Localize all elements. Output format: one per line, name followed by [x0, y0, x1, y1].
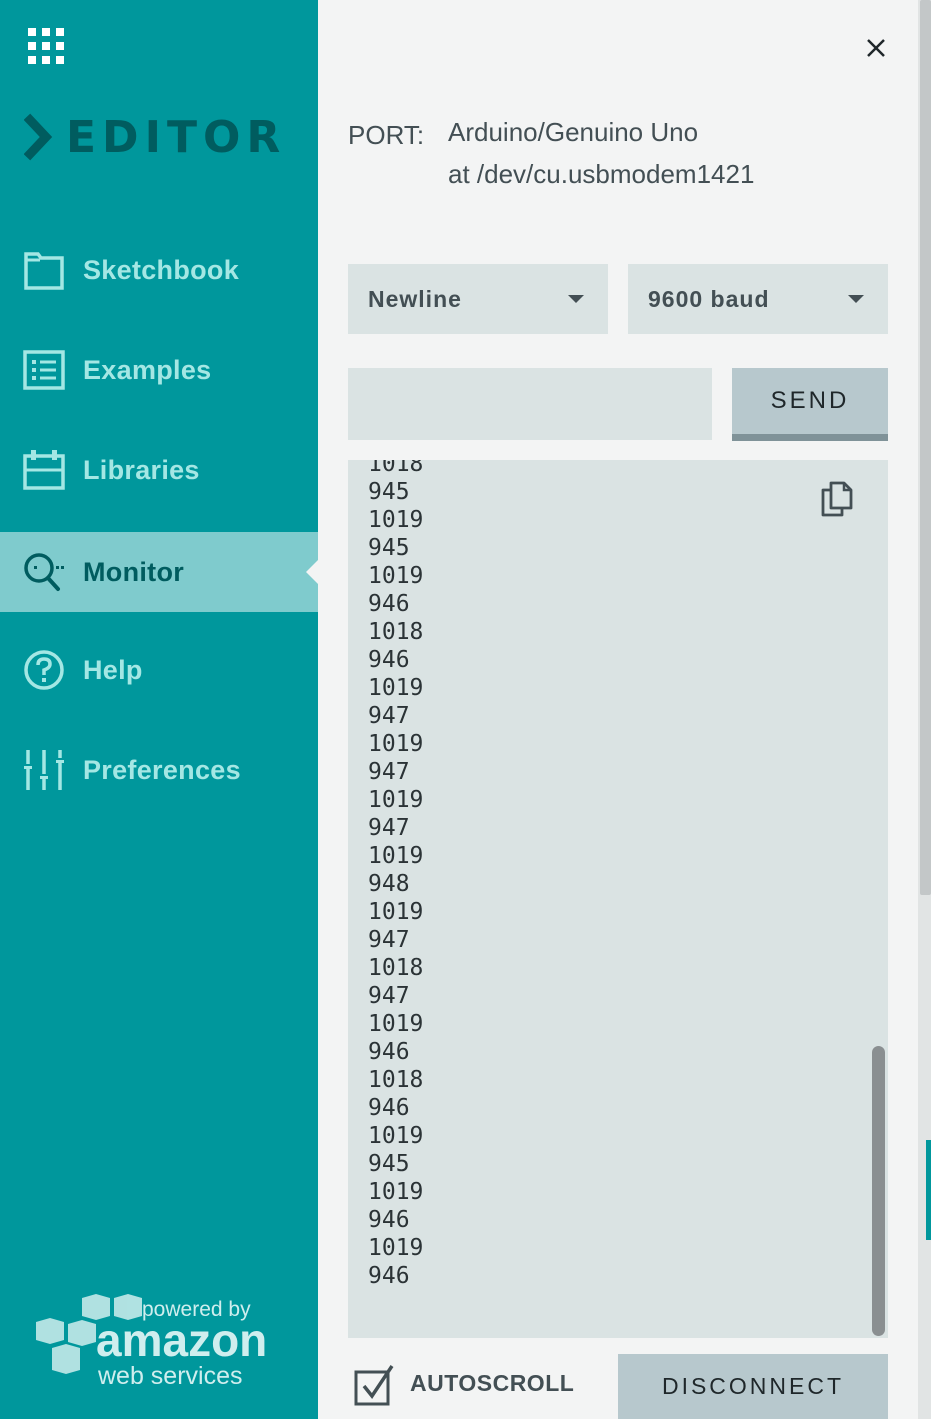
sidebar-item-label: Libraries — [83, 454, 200, 485]
serial-output-line: 1019 — [368, 1123, 424, 1149]
aws-brand-sub: web services — [97, 1362, 243, 1390]
serial-output-line: 947 — [368, 983, 410, 1009]
port-label: PORT: — [348, 120, 425, 150]
folder-icon — [24, 252, 64, 290]
line-ending-value: Newline — [368, 286, 462, 312]
serial-output-scrollbar[interactable] — [872, 1046, 885, 1336]
sidebar-item-examples[interactable]: Examples — [0, 330, 318, 410]
port-device-path: at /dev/cu.usbmodem1421 — [448, 159, 755, 189]
send-button[interactable]: SEND — [732, 368, 888, 441]
line-ending-dropdown[interactable]: Newline — [348, 264, 608, 334]
serial-output-line: 1019 — [368, 563, 424, 589]
serial-output-line: 946 — [368, 1207, 410, 1233]
serial-output-line: 947 — [368, 815, 410, 841]
autoscroll-label: AUTOSCROLL — [410, 1370, 575, 1396]
aws-brand: amazon — [96, 1314, 267, 1366]
caret-down-icon — [568, 295, 584, 303]
library-icon — [23, 450, 65, 490]
sidebar-item-label: Help — [83, 654, 143, 685]
apps-grid-icon[interactable] — [28, 28, 68, 68]
serial-output-line: 1018 — [368, 955, 424, 981]
serial-output-line: 946 — [368, 647, 410, 673]
sidebar-item-libraries[interactable]: Libraries — [0, 430, 318, 510]
copy-icon[interactable] — [818, 480, 856, 518]
page-scrollbar-thumb[interactable] — [920, 0, 931, 895]
serial-output-line: 1019 — [368, 1235, 424, 1261]
sidebar-item-help[interactable]: Help — [0, 630, 318, 710]
editor-logo: EDITOR — [24, 111, 287, 163]
list-icon — [23, 350, 65, 390]
disconnect-button[interactable]: DISCONNECT — [618, 1354, 888, 1419]
serial-output-line: 947 — [368, 759, 410, 785]
monitor-panel: PORT: Arduino/Genuino Uno at /dev/cu.usb… — [318, 0, 918, 1419]
serial-output-line: 1019 — [368, 1011, 424, 1037]
serial-output-line: 1019 — [368, 899, 424, 925]
caret-down-icon — [848, 295, 864, 303]
serial-output-line: 947 — [368, 927, 410, 953]
serial-output-line: 947 — [368, 703, 410, 729]
serial-output-line: 1018 — [368, 460, 424, 477]
serial-output-line: 1018 — [368, 1067, 424, 1093]
sidebar-item-sketchbook[interactable]: Sketchbook — [0, 230, 318, 310]
sidebar-item-label: Monitor — [83, 556, 185, 587]
serial-output-line: 1019 — [368, 843, 424, 869]
baud-rate-value: 9600 baud — [648, 286, 770, 312]
serial-output-line: 1018 — [368, 619, 424, 645]
serial-output-line: 946 — [368, 1263, 410, 1289]
sidebar-item-label: Sketchbook — [83, 254, 240, 285]
sidebar-item-label: Examples — [83, 354, 212, 385]
serial-output-line: 946 — [368, 1039, 410, 1065]
serial-output-lines: 1018 945 1019 945 1019 946 1018 946 1019 947 1019 9… — [368, 460, 423, 1290]
serial-output-line: 1019 — [368, 507, 424, 533]
monitor-search-icon — [24, 553, 64, 591]
serial-output-line: 1019 — [368, 1179, 424, 1205]
serial-output-line: 1019 — [368, 787, 424, 813]
serial-output-line: 946 — [368, 591, 410, 617]
logo-text: EDITOR — [66, 111, 287, 163]
serial-output-line: 948 — [368, 871, 410, 897]
serial-output-line: 945 — [368, 535, 410, 561]
serial-output[interactable]: 1018 945 1019 945 1019 946 1018 946 1019 947 1019 9… — [348, 460, 888, 1338]
autoscroll-checkbox[interactable] — [354, 1364, 396, 1406]
help-icon — [24, 650, 64, 690]
sidebar-item-label: Preferences — [83, 754, 241, 785]
chevron-right-icon — [24, 113, 53, 161]
serial-output-line: 946 — [368, 1095, 410, 1121]
serial-output-line: 945 — [368, 479, 410, 505]
port-board-name: Arduino/Genuino Uno — [448, 117, 699, 147]
disconnect-button-label: DISCONNECT — [661, 1373, 845, 1399]
serial-output-line: 1019 — [368, 675, 424, 701]
sidebar-item-preferences[interactable]: Preferences — [0, 730, 318, 810]
page-edge-accent — [926, 1140, 931, 1240]
aws-logo: powered by amazon web services — [36, 1294, 267, 1390]
sliders-icon — [24, 750, 64, 790]
serial-output-line: 945 — [368, 1151, 410, 1177]
serial-output-line: 1019 — [368, 731, 424, 757]
close-icon[interactable] — [864, 36, 888, 60]
send-button-label: SEND — [770, 387, 850, 414]
sidebar-item-monitor[interactable]: Monitor — [0, 532, 318, 612]
baud-rate-dropdown[interactable]: 9600 baud — [628, 264, 888, 334]
send-message-input[interactable] — [348, 368, 712, 440]
sidebar: EDITOR Sketchbook Examples Libraries Mon… — [0, 0, 318, 1419]
